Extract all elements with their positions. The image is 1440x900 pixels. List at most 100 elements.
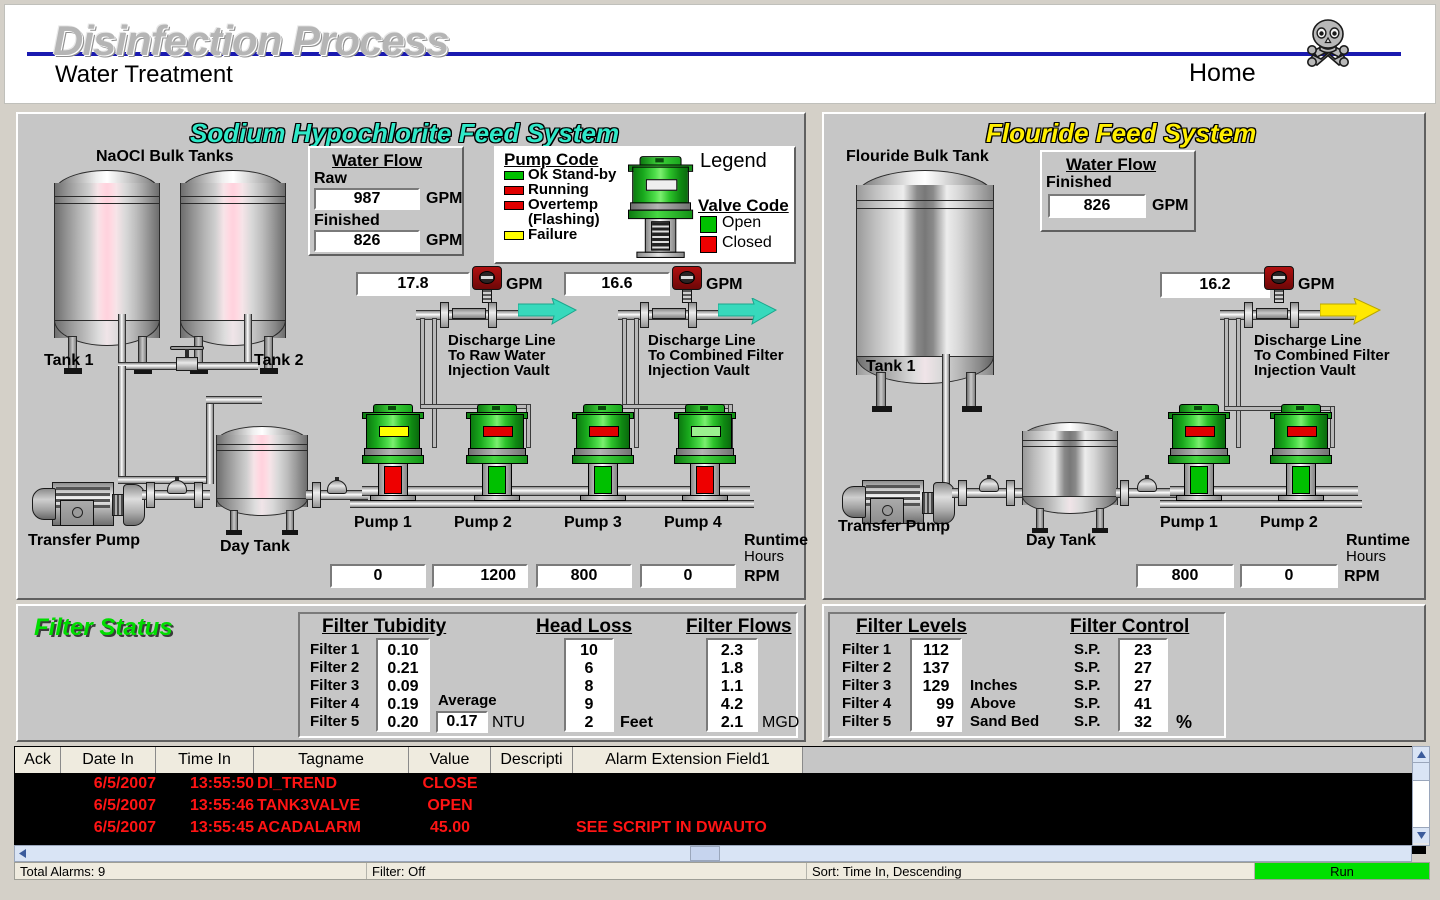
hypo-pump-3-rpm[interactable]: 800 <box>536 564 632 588</box>
hypo-check-valve-2[interactable] <box>324 477 350 496</box>
filter-sp-value-3: 27 <box>1134 678 1152 695</box>
hypo-day-tank[interactable] <box>216 426 308 535</box>
alarm-vertical-scroll-thumb[interactable] <box>1413 763 1429 781</box>
table-row[interactable]: 6/5/2007 13:55:45 ACADALARM 45.00 SEE SC… <box>15 817 1425 837</box>
alarm-horizontal-scroll-thumb[interactable] <box>690 846 720 861</box>
hypo-discharge-1-flow-transmitter-icon[interactable] <box>472 266 502 308</box>
hypo-finished-units: GPM <box>426 232 463 249</box>
naocl-bulk-tank-2[interactable] <box>180 170 286 374</box>
hypo-pump-2-rpm[interactable]: 1200 <box>432 564 528 588</box>
alarm-table-header-row: Ack Date In Time In Tagname Value Descri… <box>15 747 1425 773</box>
filter-turbidity-column[interactable]: 0.10 0.21 0.09 0.19 0.20 <box>376 638 430 732</box>
fluoride-discharge-flow-value[interactable]: 16.2 <box>1160 272 1270 298</box>
table-row[interactable]: 6/5/2007 13:55:50 DI_TREND CLOSE <box>15 773 1425 795</box>
hypo-pump-4-rpm[interactable]: 0 <box>640 564 736 588</box>
alarm-col-ext-field1[interactable]: Alarm Extension Field1 <box>573 747 803 773</box>
head-loss-value-3: 8 <box>584 678 594 695</box>
valve-code-heading: Valve Code <box>698 196 789 215</box>
hypo-transfer-pump-label: Transfer Pump <box>28 532 141 549</box>
fluoride-check-valve-1[interactable] <box>976 475 1002 494</box>
tank1-drop-pipe <box>118 314 126 366</box>
hypo-pump-2-label: Pump 2 <box>454 514 512 531</box>
day-tank-fill-run <box>206 396 262 404</box>
turbidity-average-value[interactable]: 0.17 <box>436 711 488 733</box>
head-loss-heading: Head Loss <box>536 616 633 637</box>
hypo-pump-4[interactable] <box>674 402 736 502</box>
alarm-col-ack[interactable]: Ack <box>15 747 61 773</box>
alarm-col-time-in[interactable]: Time In <box>156 747 254 773</box>
hypo-pump-3[interactable] <box>572 402 634 502</box>
hypo-raw-flow-value[interactable]: 987 <box>314 188 420 210</box>
hypo-pump-2[interactable] <box>466 402 528 502</box>
turbidity-value-3: 0.09 <box>387 678 419 695</box>
alarm-row-2-ext-field1 <box>573 795 803 817</box>
home-link[interactable]: Home <box>1189 59 1256 88</box>
filter-levels-column[interactable]: 112 137 129 99 97 <box>910 638 962 732</box>
hypo-discharge-2-flow-value[interactable]: 16.6 <box>564 272 670 296</box>
scroll-up-icon[interactable] <box>1413 747 1429 763</box>
fluoride-riser-1 <box>1224 318 1229 410</box>
alarm-vertical-scroll-track[interactable] <box>1413 781 1429 827</box>
alarm-vertical-scrollbar[interactable] <box>1412 746 1430 846</box>
fluoride-pump-2-rpm[interactable]: 0 <box>1240 564 1338 588</box>
filter-control-column[interactable]: 23 27 27 41 32 <box>1118 638 1168 732</box>
filter-row-label-1: Filter 1 <box>310 641 360 658</box>
hypo-discharge-2-text-line3: Injection Vault <box>648 362 750 379</box>
fluoride-check-valve-2[interactable] <box>1134 475 1160 494</box>
alarm-row-1-time-in: 13:55:50 <box>189 775 254 792</box>
legend-swatch-overtemp <box>504 201 524 210</box>
fluoride-pump-1-rpm[interactable]: 800 <box>1136 564 1234 588</box>
day-tank-fill-pipe <box>206 400 214 484</box>
bulk-header-gate-valve[interactable] <box>170 346 204 372</box>
fluoride-pump-1[interactable] <box>1168 402 1230 502</box>
filter-sp-value-4: 41 <box>1134 696 1152 713</box>
hypo-discharge-1-meter-body <box>452 308 486 319</box>
alarm-horizontal-scroll-track[interactable] <box>30 846 1411 861</box>
alarm-horizontal-scrollbar[interactable] <box>14 845 1412 862</box>
page-subtitle: Water Treatment <box>55 61 233 88</box>
filter-sp-value-2: 27 <box>1134 660 1152 677</box>
hypo-discharge-2-units: GPM <box>706 276 743 293</box>
hypo-riser-1 <box>420 318 425 408</box>
alarm-col-date-in[interactable]: Date In <box>61 747 156 773</box>
hypo-transfer-pump[interactable] <box>30 474 146 534</box>
legend-swatch-valve-open <box>700 216 717 233</box>
filter-flows-column[interactable]: 2.3 1.8 1.1 4.2 2.1 <box>706 638 758 732</box>
alarm-col-description[interactable]: Descripti <box>491 747 573 773</box>
scroll-down-icon[interactable] <box>1413 827 1429 843</box>
status-bar: Total Alarms: 9 Filter: Off Sort: Time I… <box>14 862 1430 880</box>
hypo-check-valve-1[interactable] <box>164 477 190 496</box>
hypo-pump-1-rpm[interactable]: 0 <box>330 564 426 588</box>
alarm-col-value[interactable]: Value <box>409 747 491 773</box>
filter-levels-units-line1: Inches <box>970 677 1018 694</box>
hypo-finished-flow-value[interactable]: 826 <box>314 230 420 252</box>
fluoride-day-tank[interactable] <box>1022 422 1118 533</box>
head-loss-column[interactable]: 10 6 8 9 2 <box>564 638 614 732</box>
hypo-discharge-1-flow-value[interactable]: 17.8 <box>356 272 470 296</box>
filter-control-units: % <box>1176 712 1193 732</box>
status-filter-state: Filter: Off <box>367 863 807 879</box>
scroll-left-icon[interactable] <box>15 846 30 861</box>
alarm-row-2-description <box>491 795 573 817</box>
legend-swatch-ok-standby <box>504 171 524 180</box>
fluoride-pump-2[interactable] <box>1270 402 1332 502</box>
naocl-tank-1-label: Tank 1 <box>44 352 94 369</box>
hypo-discharge-2-flow-transmitter-icon[interactable] <box>672 266 702 308</box>
legend-swatch-valve-closed <box>700 236 717 253</box>
hypo-pump-3-valve-indicator <box>594 466 612 494</box>
hypo-finished-label: Finished <box>314 212 380 229</box>
head-loss-value-4: 9 <box>584 696 594 713</box>
hypo-pump-1[interactable] <box>362 402 424 502</box>
table-row[interactable]: 6/5/2007 13:55:46 TANK3VALVE OPEN <box>15 795 1425 817</box>
hypo-water-flow-box: Water Flow Raw 987 GPM Finished 826 GPM <box>308 146 464 256</box>
naocl-bulk-tank-1[interactable] <box>54 170 160 374</box>
alarm-table[interactable]: Ack Date In Time In Tagname Value Descri… <box>14 746 1426 854</box>
filter-turbidity-heading: Filter Tubidity <box>322 616 447 637</box>
hypo-riser-1b <box>432 318 437 448</box>
alarm-col-tagname[interactable]: Tagname <box>254 747 409 773</box>
fluoride-bulk-tank[interactable] <box>856 170 994 412</box>
filter-sp-value-1: 23 <box>1134 642 1152 659</box>
sp-label-4: S.P. <box>1074 695 1101 712</box>
fluoride-finished-flow-value[interactable]: 826 <box>1048 194 1146 218</box>
filter-level-value-2: 137 <box>922 660 950 677</box>
